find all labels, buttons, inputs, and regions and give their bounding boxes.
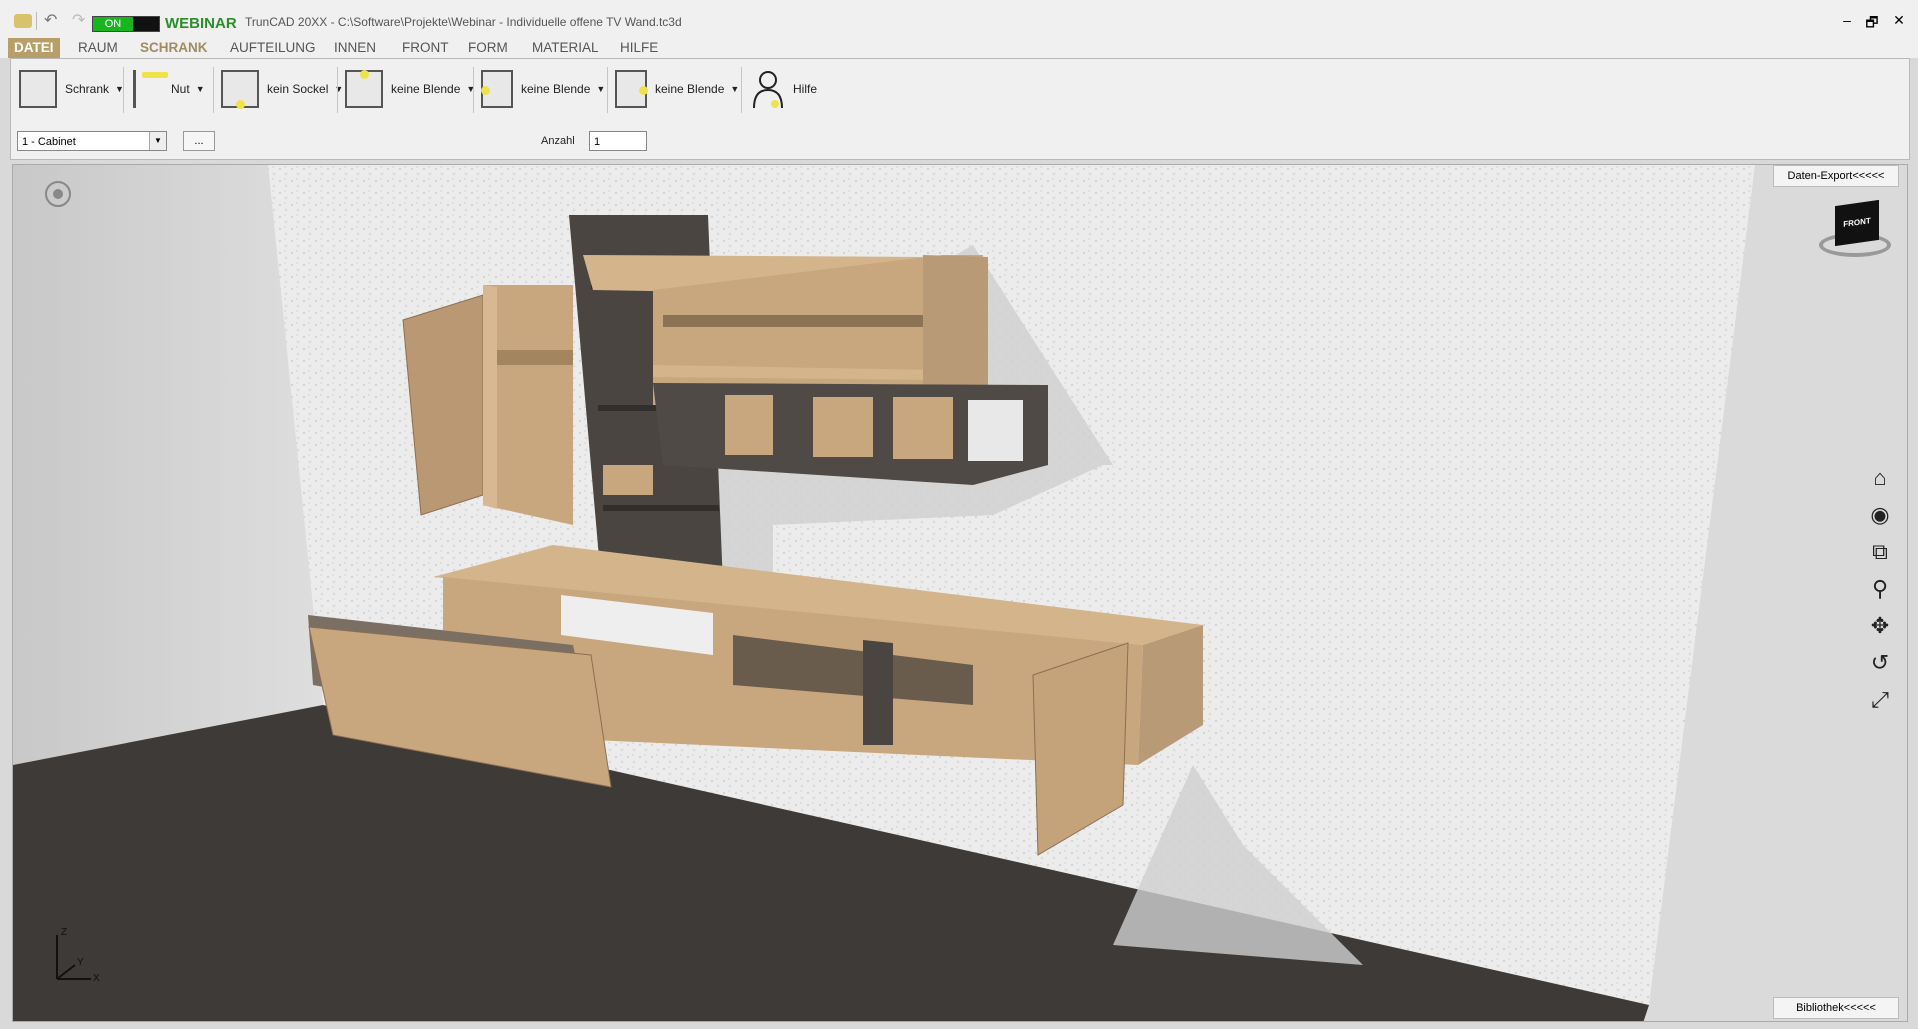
cabinet-select-value: 1 - Cabinet — [22, 136, 76, 148]
schrank-dropdown[interactable]: Schrank ▼ — [19, 67, 124, 111]
restore-button[interactable]: 🗗 — [1861, 12, 1883, 30]
long-shelf-open — [968, 400, 1023, 461]
ribbon-separator — [741, 67, 742, 113]
right-panel-highlight — [639, 86, 648, 95]
app-logo-icon — [14, 14, 32, 28]
menu-aufteilung[interactable]: AUFTEILUNG — [224, 38, 322, 58]
menu-material[interactable]: MATERIAL — [526, 38, 605, 58]
view-cube[interactable]: FRONT — [1817, 199, 1893, 263]
undo-icon[interactable]: ↶ — [44, 10, 57, 30]
toggle-on-label: ON — [93, 17, 133, 31]
groove-highlight — [142, 72, 168, 78]
lower-board-divider — [863, 640, 893, 745]
redo-icon[interactable]: ↷ — [72, 10, 85, 30]
more-options-button[interactable]: ... — [183, 131, 215, 151]
ribbon-separator — [337, 67, 338, 113]
schrank-label: Schrank — [65, 82, 110, 96]
top-panel-icon — [345, 70, 383, 108]
chevron-down-icon: ▼ — [596, 84, 606, 94]
menu-hilfe[interactable]: HILFE — [614, 38, 664, 58]
left-panel-highlight — [481, 86, 490, 95]
menu-front[interactable]: FRONT — [396, 38, 455, 58]
hilfe-button[interactable]: Hilfe — [751, 67, 817, 111]
chevron-down-icon: ▼ — [195, 84, 205, 94]
blende-left-label: keine Blende — [521, 82, 591, 96]
3d-scene — [13, 165, 1907, 1021]
upper-right-side — [923, 255, 988, 405]
axis-y-label: Y — [77, 957, 84, 968]
chevron-down-icon: ▼ — [730, 84, 740, 94]
pan-icon[interactable]: ✥ — [1865, 611, 1895, 641]
help-person-icon — [753, 71, 783, 109]
chevron-down-icon[interactable]: ▼ — [149, 132, 166, 150]
bibliothek-button[interactable]: Bibliothek<<<<< — [1773, 997, 1899, 1019]
right-panel-icon — [615, 70, 648, 108]
long-shelf-panel-2 — [813, 397, 873, 457]
close-button[interactable]: ✕ — [1888, 12, 1910, 30]
zoom-icon[interactable]: ⚲ — [1865, 574, 1895, 604]
upper-left-shelf — [493, 350, 573, 365]
menu-innen[interactable]: INNEN — [328, 38, 382, 58]
dark-shelf-3 — [603, 505, 719, 511]
navigation-tools: ⌂ ◉ ⧉ ⚲ ✥ ↺ ⤢ — [1865, 463, 1895, 722]
cabinet-select[interactable]: 1 - Cabinet ▼ — [17, 131, 167, 151]
axis-z-label: Z — [61, 927, 68, 938]
nut-dropdown[interactable]: Nut ▼ — [133, 67, 205, 111]
zoom-window-icon[interactable]: ⧉ — [1865, 537, 1895, 567]
eye-icon[interactable] — [45, 181, 71, 207]
left-panel-icon — [481, 70, 513, 108]
left-wall — [13, 165, 323, 765]
brand-label: WEBINAR — [165, 15, 237, 32]
sockel-label: kein Sockel — [267, 82, 329, 96]
ribbon-toolbar: Schrank ▼ Nut ▼ kein Sockel ▼ keine Blen… — [10, 58, 1910, 160]
ribbon-separator — [213, 67, 214, 113]
toolbar-separator — [36, 12, 37, 30]
blende-left-dropdown[interactable]: keine Blende ▼ — [481, 67, 605, 111]
ribbon-separator — [607, 67, 608, 113]
view-cube-front[interactable]: FRONT — [1835, 199, 1879, 247]
toggle-off-area — [133, 17, 159, 31]
orbit-eye-icon[interactable]: ◉ — [1865, 500, 1895, 530]
long-shelf-panel-1 — [725, 395, 773, 455]
long-shelf-panel-3 — [893, 397, 953, 459]
menu-bar: DATEI RAUM SCHRANK AUFTEILUNG INNEN FRON… — [0, 34, 1918, 58]
chevron-down-icon: ▼ — [334, 84, 344, 94]
top-panel-highlight — [360, 70, 369, 79]
ribbon-separator — [123, 67, 124, 113]
axis-indicator: Z Y X — [45, 927, 105, 987]
window-title: TrunCAD 20XX - C:\Software\Projekte\Webi… — [245, 15, 682, 29]
ribbon-separator — [473, 67, 474, 113]
groove-icon — [133, 70, 168, 108]
blende-top-dropdown[interactable]: keine Blende ▼ — [345, 67, 475, 111]
blende-right-label: keine Blende — [655, 82, 725, 96]
home-icon[interactable]: ⌂ — [1865, 463, 1895, 493]
online-toggle[interactable]: ON — [92, 16, 160, 32]
anzahl-input[interactable]: 1 — [589, 131, 647, 151]
upper-left-side — [483, 285, 497, 509]
plinth-highlight — [236, 100, 245, 109]
hilfe-label: Hilfe — [793, 82, 818, 96]
nut-label: Nut — [171, 82, 190, 96]
minimize-button[interactable]: – — [1836, 12, 1858, 30]
3d-viewport[interactable]: Daten-Export<<<<< FRONT ⌂ ◉ ⧉ ⚲ ✥ ↺ ⤢ Z … — [12, 164, 1908, 1022]
sockel-dropdown[interactable]: kein Sockel ▼ — [221, 67, 343, 111]
fullscreen-icon[interactable]: ⤢ — [1865, 685, 1895, 715]
menu-form[interactable]: FORM — [462, 38, 514, 58]
menu-datei[interactable]: DATEI — [8, 38, 60, 58]
blende-top-label: keine Blende — [391, 82, 461, 96]
rotate-icon[interactable]: ↺ — [1865, 648, 1895, 678]
menu-raum[interactable]: RAUM — [72, 38, 124, 58]
axis-x-label: X — [93, 973, 100, 984]
daten-export-button[interactable]: Daten-Export<<<<< — [1773, 165, 1899, 187]
blende-right-dropdown[interactable]: keine Blende ▼ — [615, 67, 739, 111]
plinth-icon — [221, 70, 259, 109]
cabinet-icon — [19, 70, 57, 108]
menu-schrank[interactable]: SCHRANK — [134, 38, 214, 58]
anzahl-label: Anzahl — [541, 135, 575, 147]
dark-cabinet-insert — [603, 465, 653, 495]
upper-right-shelf-1 — [663, 315, 933, 327]
